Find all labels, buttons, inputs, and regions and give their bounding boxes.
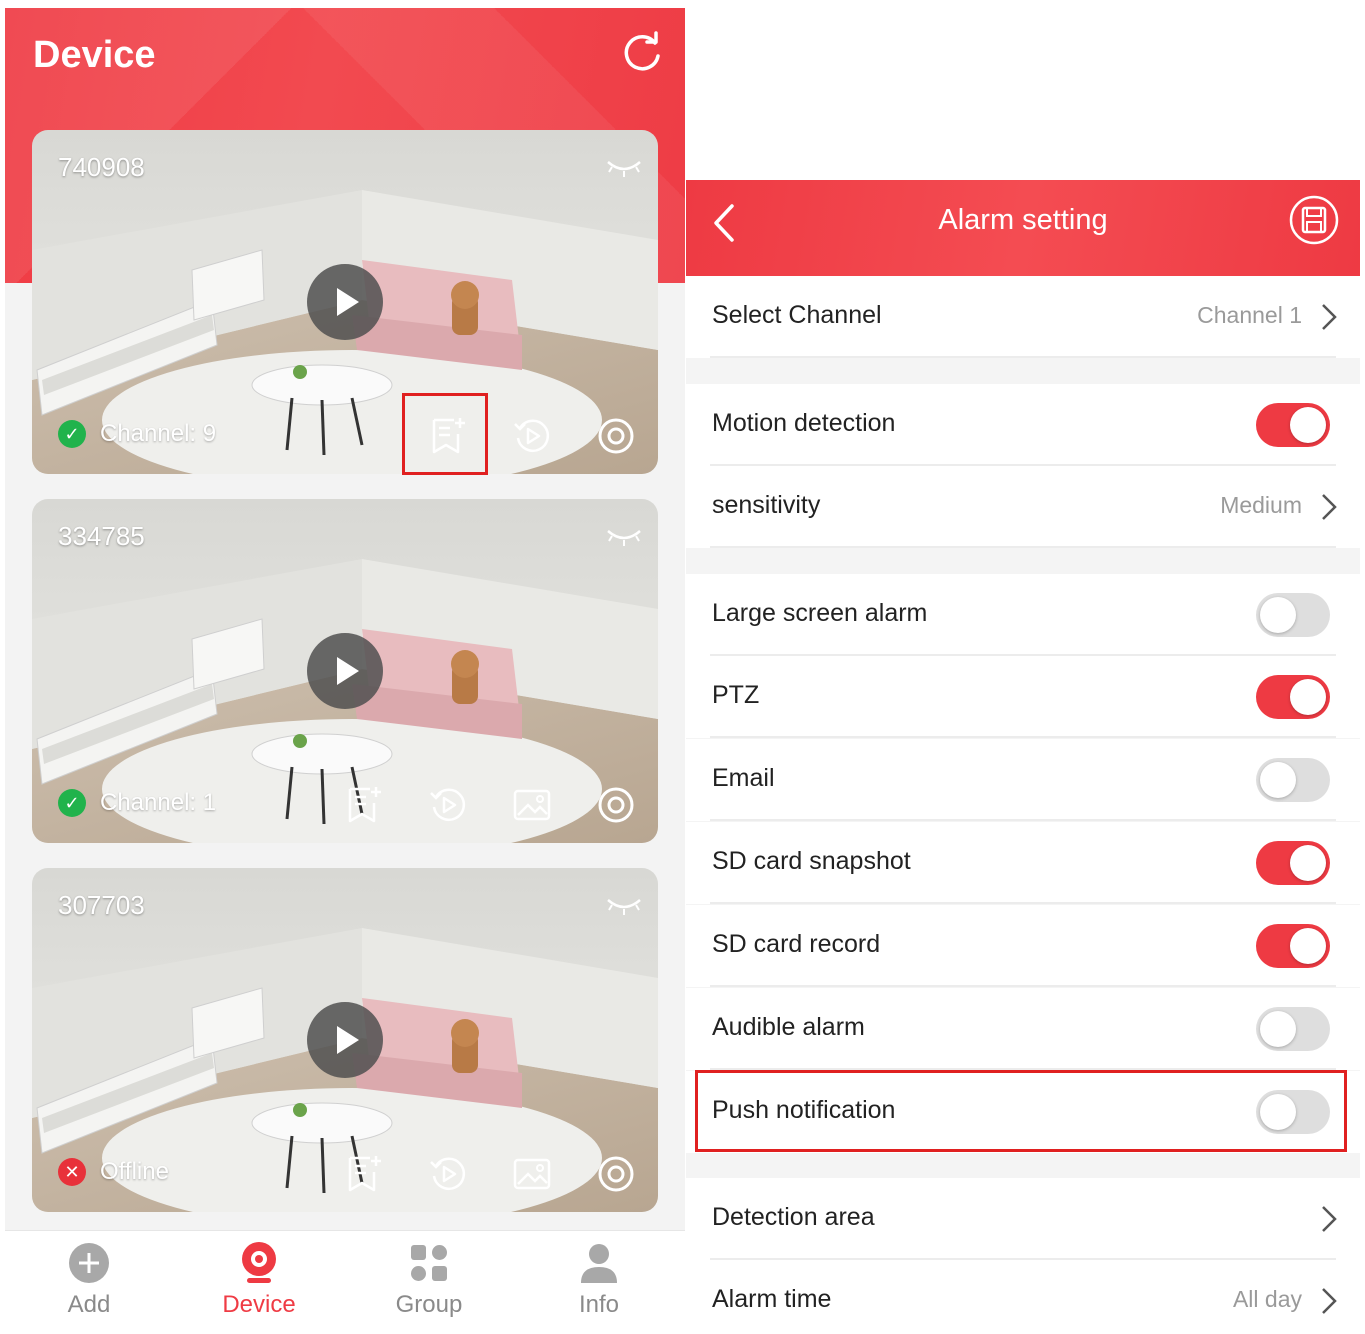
alarm-time-row[interactable]: Alarm time All day bbox=[686, 1260, 1360, 1334]
online-icon: ✓ bbox=[58, 420, 86, 448]
highlight-box bbox=[695, 1070, 1347, 1152]
email-row: Email bbox=[686, 739, 1360, 821]
settings-icon[interactable] bbox=[596, 416, 636, 456]
row-label: Email bbox=[712, 764, 775, 792]
camera-status: ✕ Offline bbox=[58, 1158, 169, 1186]
alarm-header: Alarm setting bbox=[686, 180, 1360, 276]
hide-icon[interactable] bbox=[606, 158, 642, 178]
sd-card-record-toggle[interactable] bbox=[1256, 924, 1330, 968]
refresh-icon[interactable] bbox=[619, 30, 665, 76]
audible-alarm-row: Audible alarm bbox=[686, 988, 1360, 1070]
playback-icon[interactable] bbox=[428, 1154, 468, 1194]
online-icon: ✓ bbox=[58, 789, 86, 817]
tab-info[interactable]: Info bbox=[539, 1241, 659, 1319]
playback-icon[interactable] bbox=[428, 785, 468, 825]
playback-icon[interactable] bbox=[512, 416, 552, 456]
row-label: SD card snapshot bbox=[712, 847, 911, 875]
hide-icon[interactable] bbox=[606, 896, 642, 916]
image-icon[interactable] bbox=[512, 785, 552, 825]
camera-status: ✓ Channel: 1 bbox=[58, 789, 216, 817]
camera-id: 307703 bbox=[58, 890, 145, 920]
sd-card-snapshot-row: SD card snapshot bbox=[686, 822, 1360, 904]
page-title: Device bbox=[33, 34, 156, 76]
row-label: Select Channel bbox=[712, 301, 882, 329]
row-label: PTZ bbox=[712, 681, 760, 709]
row-value: Medium bbox=[1220, 492, 1302, 518]
play-button[interactable] bbox=[307, 1002, 383, 1078]
select-channel-row[interactable]: Select Channel Channel 1 bbox=[686, 276, 1360, 358]
channel-label: Channel: 1 bbox=[100, 789, 217, 816]
audible-alarm-toggle[interactable] bbox=[1256, 1007, 1330, 1051]
chevron-right-icon bbox=[1322, 494, 1337, 520]
row-label: sensitivity bbox=[712, 491, 821, 519]
camera-status: ✓ Channel: 9 bbox=[58, 420, 216, 448]
offline-icon: ✕ bbox=[58, 1158, 86, 1186]
play-button[interactable] bbox=[307, 264, 383, 340]
tab-label: Group bbox=[395, 1291, 463, 1318]
camera-card[interactable]: 740908 ✓ Channel: 9 bbox=[32, 130, 658, 474]
tab-label: Info bbox=[578, 1291, 620, 1318]
camera-card[interactable]: 334785 ✓ Channel: 1 bbox=[32, 499, 658, 843]
channel-label: Channel: 9 bbox=[100, 420, 217, 447]
motion-detection-toggle[interactable] bbox=[1256, 403, 1330, 447]
row-label: SD card record bbox=[712, 930, 881, 958]
row-label: Detection area bbox=[712, 1203, 875, 1231]
hide-icon[interactable] bbox=[606, 527, 642, 547]
page-title: Alarm setting bbox=[938, 204, 1108, 236]
save-icon[interactable] bbox=[1288, 194, 1340, 246]
chevron-right-icon bbox=[1322, 1206, 1337, 1232]
channel-label: Offline bbox=[100, 1158, 169, 1185]
camera-icon bbox=[242, 1242, 276, 1283]
grid-icon bbox=[411, 1245, 447, 1281]
motion-detection-row: Motion detection bbox=[686, 384, 1360, 466]
image-icon[interactable] bbox=[512, 1154, 552, 1194]
tab-label: Device bbox=[222, 1291, 296, 1318]
tab-device[interactable]: Device bbox=[199, 1241, 319, 1319]
highlight-box bbox=[402, 393, 488, 475]
row-label: Alarm time bbox=[712, 1285, 832, 1313]
large-screen-alarm-toggle[interactable] bbox=[1256, 593, 1330, 637]
ptz-row: PTZ bbox=[686, 656, 1360, 738]
detection-area-row[interactable]: Detection area bbox=[686, 1178, 1360, 1260]
chevron-right-icon bbox=[1322, 304, 1337, 330]
sd-card-record-row: SD card record bbox=[686, 905, 1360, 987]
camera-card[interactable]: 307703 ✕ Offline bbox=[32, 868, 658, 1212]
play-button[interactable] bbox=[307, 633, 383, 709]
device-screen: Device 740908 ✓ Channel: 9 334785 ✓ Chan… bbox=[5, 8, 685, 1334]
add-icon bbox=[69, 1243, 109, 1283]
tab-add[interactable]: Add bbox=[29, 1241, 149, 1319]
camera-id: 334785 bbox=[58, 521, 145, 551]
sensitivity-row[interactable]: sensitivity Medium bbox=[686, 466, 1360, 548]
row-label: Audible alarm bbox=[712, 1013, 865, 1041]
add-record-icon[interactable] bbox=[344, 785, 384, 825]
tab-label: Add bbox=[67, 1291, 111, 1318]
large-screen-alarm-row: Large screen alarm bbox=[686, 574, 1360, 656]
row-value: Channel 1 bbox=[1197, 302, 1302, 328]
add-record-icon[interactable] bbox=[344, 1154, 384, 1194]
settings-icon[interactable] bbox=[596, 785, 636, 825]
sd-card-snapshot-toggle[interactable] bbox=[1256, 841, 1330, 885]
camera-id: 740908 bbox=[58, 152, 145, 182]
row-label: Large screen alarm bbox=[712, 599, 928, 627]
chevron-right-icon bbox=[1322, 1288, 1337, 1314]
ptz-toggle[interactable] bbox=[1256, 675, 1330, 719]
user-icon bbox=[581, 1244, 617, 1283]
bottom-tab-bar: Add Device Group Info bbox=[5, 1230, 685, 1334]
tab-group[interactable]: Group bbox=[369, 1241, 489, 1319]
row-value: All day bbox=[1232, 1286, 1302, 1312]
alarm-setting-screen: Alarm setting Select Channel Channel 1 M… bbox=[686, 180, 1360, 1334]
row-label: Motion detection bbox=[712, 409, 896, 437]
email-toggle[interactable] bbox=[1256, 758, 1330, 802]
settings-icon[interactable] bbox=[596, 1154, 636, 1194]
